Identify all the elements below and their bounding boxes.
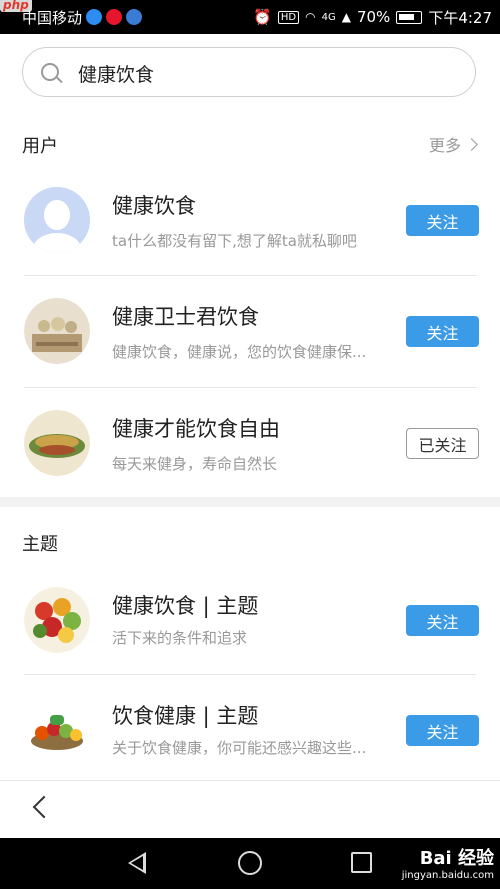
- avatar: [24, 187, 90, 253]
- back-icon[interactable]: [32, 795, 56, 819]
- hd-badge: HD: [277, 10, 300, 24]
- q-browser-icon: [126, 9, 143, 25]
- nav-recent-icon[interactable]: [351, 852, 372, 873]
- default-avatar-icon: [24, 187, 90, 253]
- signal-label: 4G: [321, 11, 336, 23]
- topic-desc: 活下来的条件和追求: [112, 629, 248, 647]
- weibo-icon: [106, 9, 123, 25]
- carrier-label: 中国移动: [22, 8, 83, 27]
- chevron-right-icon: [465, 137, 478, 151]
- watermark-url: jingyan.baidu.com: [401, 870, 494, 881]
- watermark: Bai 经验 jingyan.baidu.com: [402, 844, 494, 881]
- search-icon: [41, 63, 59, 81]
- vegetable-basket-icon: [24, 697, 90, 763]
- food-photo-icon: [24, 298, 90, 364]
- topic-name: 健康饮食 | 主题: [112, 594, 259, 618]
- avatar: [24, 298, 90, 364]
- user-row[interactable]: 健康卫士君饮食 健康饮食，健康说，您的饮食健康保... 关注: [0, 276, 500, 386]
- search-input[interactable]: 健康饮食: [78, 60, 154, 87]
- search-bar[interactable]: 健康饮食: [22, 47, 476, 97]
- follow-button[interactable]: 关注: [406, 605, 479, 636]
- qq-icon: [86, 9, 103, 25]
- follow-button[interactable]: 关注: [406, 316, 479, 347]
- topic-name: 饮食健康 | 主题: [112, 704, 259, 728]
- fruit-basket-icon: [24, 587, 90, 653]
- bottom-toolbar: [0, 780, 500, 838]
- follow-button[interactable]: 关注: [406, 205, 479, 236]
- topic-row[interactable]: 饮食健康 | 主题 关于饮食健康，你可能还感兴趣这些... 关注: [0, 675, 500, 785]
- user-desc: 每天来健身，寿命自然长: [112, 455, 278, 473]
- battery-icon: [396, 10, 423, 24]
- avatar: [24, 697, 90, 763]
- avatar: [24, 410, 90, 476]
- user-row[interactable]: 健康饮食 ta什么都没有留下,想了解ta就私聊吧 关注: [0, 165, 500, 275]
- clock: 下午4:27: [428, 8, 492, 27]
- user-name: 健康卫士君饮食: [112, 305, 259, 329]
- user-desc: 健康饮食，健康说，您的饮食健康保...: [112, 343, 367, 361]
- more-link[interactable]: 更多: [428, 132, 478, 156]
- status-bar: php 中国移动 ⏰ HD ◠ 4G ▲ 70% 下午4:27: [0, 0, 500, 34]
- section-title-users: 用户: [22, 136, 58, 157]
- user-name: 健康才能饮食自由: [112, 417, 280, 441]
- user-row[interactable]: 健康才能饮食自由 每天来健身，寿命自然长 已关注: [0, 388, 500, 498]
- signal-icon: ▲: [341, 10, 351, 24]
- nav-back-icon[interactable]: [128, 852, 146, 874]
- system-nav-bar: Bai 经验 jingyan.baidu.com: [0, 838, 500, 889]
- section-title-topics: 主题: [22, 534, 58, 555]
- wifi-icon: ◠: [305, 10, 316, 24]
- more-label: 更多: [428, 136, 461, 155]
- topic-desc: 关于饮食健康，你可能还感兴趣这些...: [112, 739, 367, 757]
- avatar: [24, 587, 90, 653]
- section-separator: [0, 497, 500, 507]
- alarm-icon: ⏰: [253, 8, 272, 26]
- food-photo-icon: [24, 410, 90, 476]
- topic-row[interactable]: 健康饮食 | 主题 活下来的条件和追求 关注: [0, 565, 500, 675]
- follow-button[interactable]: 关注: [406, 715, 479, 746]
- watermark-brand: Bai 经验: [419, 848, 494, 869]
- followed-button[interactable]: 已关注: [406, 428, 479, 459]
- user-desc: ta什么都没有留下,想了解ta就私聊吧: [112, 232, 357, 250]
- nav-home-icon[interactable]: [238, 851, 262, 875]
- user-name: 健康饮食: [112, 194, 196, 218]
- battery-percent: 70%: [356, 8, 391, 26]
